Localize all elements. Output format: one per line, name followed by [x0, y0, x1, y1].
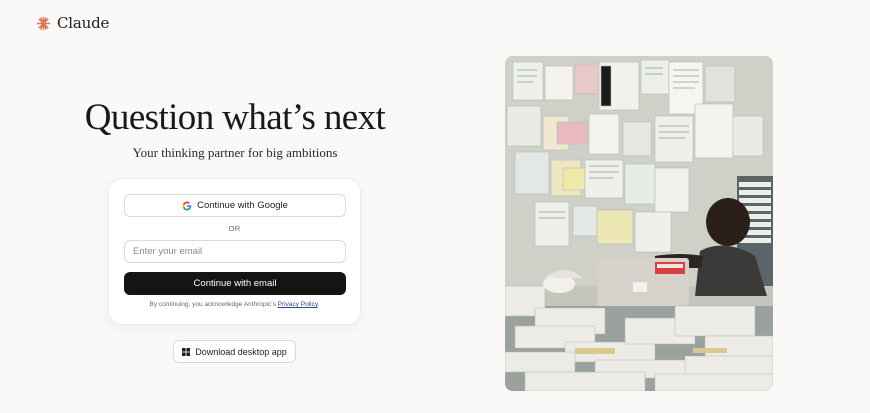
- continue-with-email-button[interactable]: Continue with email: [124, 272, 346, 295]
- privacy-policy-link[interactable]: Privacy Policy: [278, 301, 318, 308]
- hero-photo: [505, 56, 773, 391]
- google-button-label: Continue with Google: [197, 200, 288, 211]
- login-page: Claude Question what’s next Your thinkin…: [0, 0, 870, 413]
- claude-logo[interactable]: Claude: [36, 14, 109, 32]
- windows-icon: [182, 347, 191, 356]
- legal-suffix: .: [317, 301, 320, 308]
- login-card: Continue with Google OR Continue with em…: [108, 178, 361, 325]
- page-subheadline: Your thinking partner for big ambitions: [132, 145, 338, 160]
- legal-prefix: By continuing, you acknowledge Anthropic…: [149, 301, 278, 308]
- email-button-label: Continue with email: [193, 278, 277, 289]
- download-desktop-app-button[interactable]: Download desktop app: [173, 340, 296, 363]
- page-headline: Question what’s next: [84, 97, 386, 138]
- brand-name: Claude: [57, 14, 110, 32]
- or-divider: OR: [228, 224, 241, 233]
- office-papers-illustration: [505, 56, 773, 391]
- legal-notice: By continuing, you acknowledge Anthropic…: [109, 301, 360, 308]
- email-field[interactable]: [124, 240, 346, 263]
- google-icon: [182, 201, 192, 210]
- continue-with-google-button[interactable]: Continue with Google: [124, 194, 346, 217]
- download-button-label: Download desktop app: [195, 346, 287, 357]
- sparkle-logo-icon: [36, 16, 51, 30]
